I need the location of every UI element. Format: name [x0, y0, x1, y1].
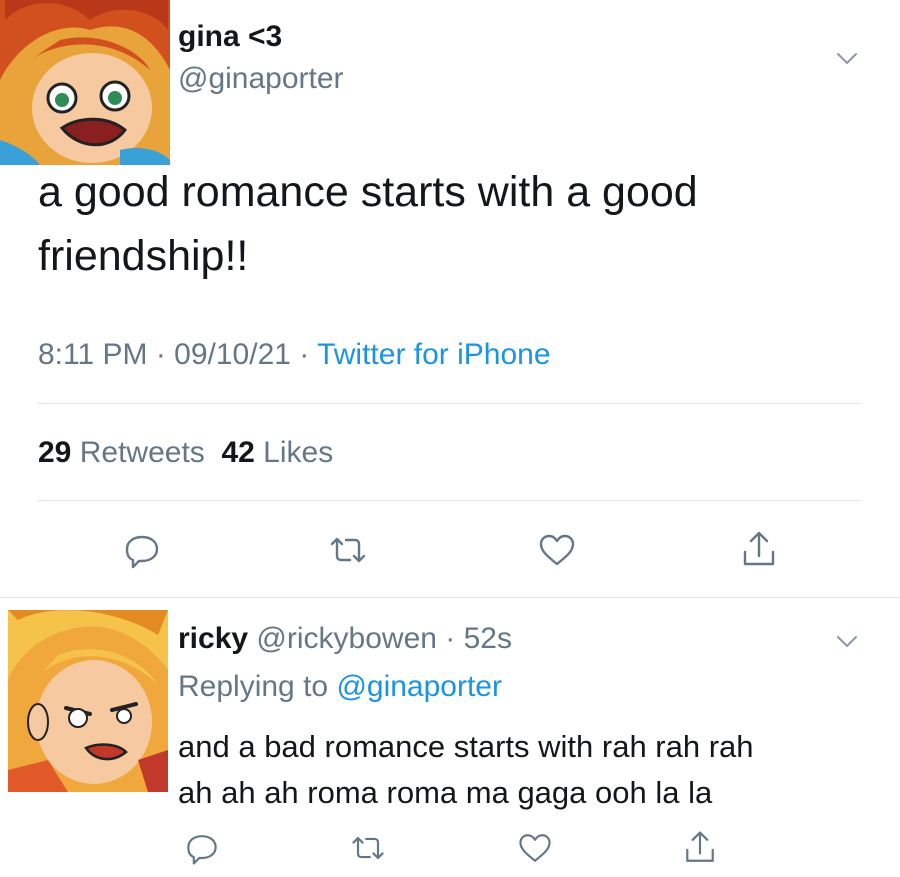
divider: [38, 403, 862, 404]
username[interactable]: @rickybowen: [256, 622, 437, 655]
meta-separator: ·: [299, 338, 318, 371]
replying-to-label: Replying to: [178, 670, 329, 703]
display-name[interactable]: ricky: [178, 622, 248, 655]
retweet-icon: [352, 836, 384, 860]
divider: [38, 500, 862, 501]
meta-separator: ·: [155, 338, 175, 371]
mention-link[interactable]: @ginaporter: [336, 670, 502, 703]
tweet-age[interactable]: 52s: [464, 622, 512, 655]
display-name[interactable]: gina <3: [178, 20, 282, 54]
retweet-button[interactable]: [348, 828, 388, 868]
divider: [0, 597, 900, 598]
avatar-illustration: [8, 610, 168, 792]
heart-icon: [539, 534, 575, 566]
tweet-text-line: ah ah ah roma roma ma gaga ooh la la: [178, 775, 713, 810]
tweet-time: 8:11 PM: [38, 338, 148, 371]
reply-button[interactable]: [182, 828, 222, 868]
retweets-label[interactable]: Retweets: [80, 436, 205, 469]
meta-separator: ·: [436, 622, 464, 655]
avatar-illustration: [0, 0, 170, 165]
tweet-text-line: and a bad romance starts with rah rah ra…: [178, 729, 754, 764]
tweet-stats: 29 Retweets 42 Likes: [38, 436, 333, 470]
heart-icon: [519, 834, 551, 862]
share-icon: [686, 831, 714, 862]
retweet-button[interactable]: [326, 528, 370, 572]
retweets-count[interactable]: 29: [38, 436, 71, 469]
tweet-text: and a bad romance starts with rah rah ra…: [178, 724, 878, 816]
like-button[interactable]: [515, 828, 555, 868]
share-icon: [743, 531, 775, 566]
share-button[interactable]: [737, 528, 781, 572]
username[interactable]: @ginaporter: [178, 62, 344, 96]
chevron-down-icon[interactable]: [833, 627, 861, 655]
comment-icon: [125, 535, 159, 569]
retweet-icon: [330, 537, 366, 563]
tweet-date: 09/10/21: [174, 338, 291, 371]
tweet-text: a good romance starts with a good friend…: [38, 168, 698, 280]
like-button[interactable]: [535, 528, 579, 572]
avatar[interactable]: [0, 0, 170, 165]
tweet-meta: 8:11 PM · 09/10/21 · Twitter for iPhone: [38, 338, 551, 372]
share-button[interactable]: [680, 828, 720, 868]
likes-count[interactable]: 42: [221, 436, 254, 469]
reply-button[interactable]: [120, 528, 164, 572]
chevron-down-icon[interactable]: [833, 44, 861, 72]
avatar[interactable]: [8, 610, 168, 792]
replying-to: Replying to @ginaporter: [178, 670, 502, 704]
comment-icon: [187, 835, 217, 865]
tweet-source-link[interactable]: Twitter for iPhone: [317, 338, 550, 371]
reply-header: ricky @rickybowen · 52s: [178, 622, 512, 656]
likes-label[interactable]: Likes: [263, 436, 333, 469]
